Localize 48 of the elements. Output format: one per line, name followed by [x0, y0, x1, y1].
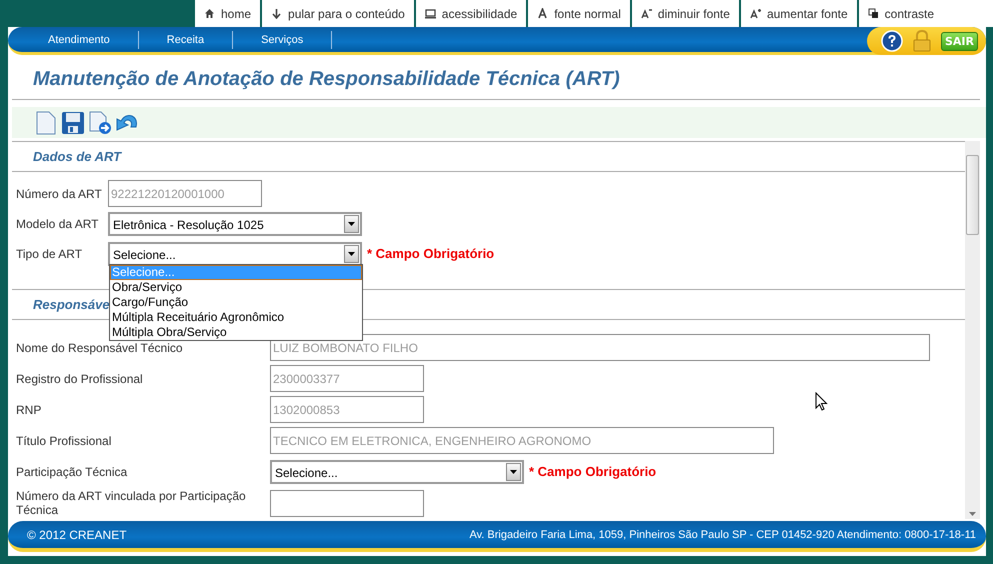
caret-icon: [510, 470, 517, 474]
new-document-icon[interactable]: [34, 110, 58, 134]
monitor-icon: [424, 8, 436, 19]
down-arrow-icon: [271, 8, 282, 19]
copyright-text: © 2012 CREANET: [27, 528, 127, 542]
dropdown-option[interactable]: Obra/Serviço: [110, 280, 362, 295]
caret-icon: [348, 222, 355, 226]
contrast-icon: [868, 8, 879, 19]
field-label: Tipo de ART: [16, 246, 84, 260]
field-label: Modelo da ART: [16, 216, 100, 230]
select-field[interactable]: Selecione...: [108, 242, 362, 266]
font-decrease-icon: [640, 8, 652, 19]
font-icon: [537, 8, 548, 19]
required-note: * Campo Obrigatório: [529, 464, 656, 479]
field-label: Título Profissional: [16, 434, 112, 448]
field-label: Número da ART: [16, 186, 103, 200]
nav-menu-item[interactable]: Serviços: [233, 30, 332, 48]
house-icon: [204, 8, 215, 19]
required-note: * Campo Obrigatório: [367, 246, 494, 261]
dropdown-option[interactable]: Cargo/Função: [110, 295, 362, 310]
dropdown-option[interactable]: Múltipla Receituário Agronômico: [110, 310, 362, 325]
select-field[interactable]: Eletrônica - Resolução 1025: [108, 212, 362, 236]
save-icon[interactable]: [61, 110, 85, 134]
field-label: Número da ART vinculada por Participação Técnica: [16, 489, 247, 517]
field-label: Nome do Responsável Técnico: [16, 340, 184, 354]
section-heading: Dados de ART: [32, 148, 122, 166]
top-link[interactable]: home: [195, 0, 260, 27]
mouse-pointer-icon: [815, 392, 828, 411]
dropdown-arrow-button[interactable]: [344, 244, 359, 262]
document-arrow-icon[interactable]: [88, 110, 112, 134]
scroll-down-icon[interactable]: [969, 512, 976, 516]
dropdown-arrow-button[interactable]: [344, 214, 359, 232]
text-field[interactable]: [270, 490, 424, 516]
nav-menu-item[interactable]: Receita: [138, 30, 234, 48]
field-label: Registro do Profissional: [16, 372, 144, 386]
help-icon[interactable]: [881, 30, 903, 52]
page-title: Manutenção de Anotação de Responsabilidade Técnica (ART): [33, 68, 621, 91]
caret-icon: [348, 252, 355, 256]
scrollbar-thumb[interactable]: [966, 155, 979, 235]
field-label: RNP: [16, 402, 42, 416]
nav-menu-item[interactable]: Atendimento: [24, 30, 139, 48]
field-label: Participação Técnica: [16, 464, 128, 478]
address-text: Av. Brigadeiro Faria Lima, 1059, Pinheiros São Paulo SP - CEP 01452-920 Atendimento: 0800-17-18-11: [469, 528, 976, 540]
font-increase-icon: [750, 8, 761, 19]
select-field[interactable]: Selecione...: [270, 460, 524, 484]
scrollbar[interactable]: [965, 141, 980, 519]
section-heading: Responsáve: [32, 296, 110, 314]
dropdown-arrow-button[interactable]: [506, 462, 521, 480]
